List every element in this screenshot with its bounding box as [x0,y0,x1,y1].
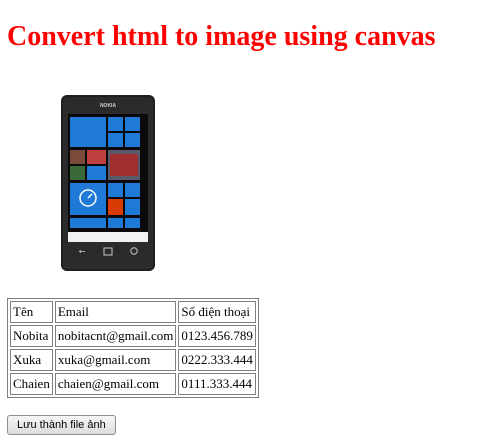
table-row: Chaien chaien@gmail.com 0111.333.444 [10,373,256,395]
page-title: Convert html to image using canvas [7,21,436,52]
cell-email: chaien@gmail.com [54,373,177,395]
save-image-button[interactable]: Lưu thành file ảnh [7,415,116,435]
cell-phone: 0111.333.444 [178,373,256,395]
cell-phone: 0222.333.444 [178,349,256,371]
table-row: Xuka xuka@gmail.com 0222.333.444 [10,349,256,371]
phone-image: NOKIA ← [60,94,156,272]
contacts-table: Tên Email Số điện thoại Nobita nobitacnt… [7,298,259,398]
table-row: Nobita nobitacnt@gmail.com 0123.456.789 [10,325,256,347]
cell-name: Nobita [10,325,53,347]
cell-name: Chaien [10,373,53,395]
cell-name: Xuka [10,349,53,371]
cell-email: nobitacnt@gmail.com [54,325,177,347]
cell-phone: 0123.456.789 [178,325,256,347]
smartphone-image-icon: NOKIA ← [61,95,155,271]
cell-email: xuka@gmail.com [54,349,177,371]
header-cell-name: Tên [10,301,53,323]
header-cell-phone: Số điện thoại [178,301,256,323]
svg-text:←: ← [79,247,86,256]
header-cell-email: Email [54,301,177,323]
svg-text:NOKIA: NOKIA [100,103,117,109]
table-header-row: Tên Email Số điện thoại [10,301,256,323]
